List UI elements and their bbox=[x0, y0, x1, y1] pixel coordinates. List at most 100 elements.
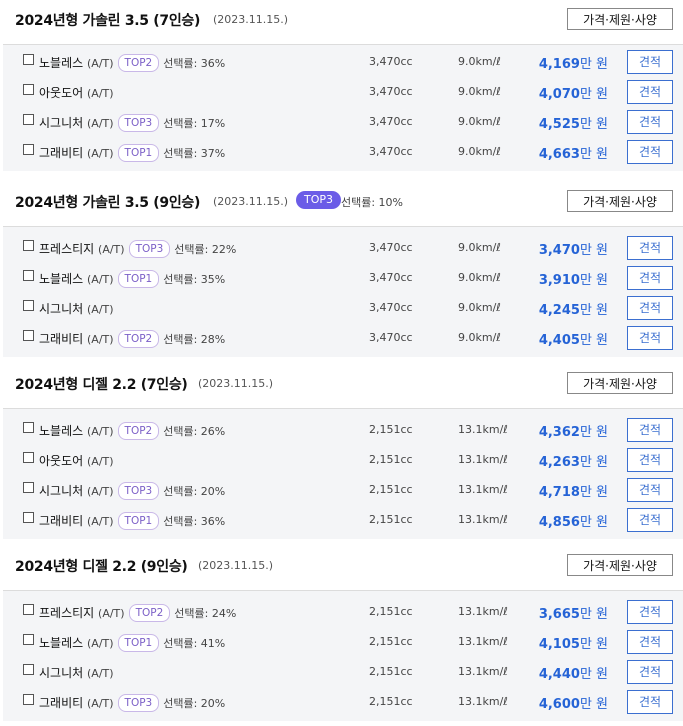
fuel-efficiency: 13.1km/ℓ bbox=[458, 513, 508, 526]
price-unit: 만 원 bbox=[579, 637, 608, 652]
quote-button[interactable]: 견적 bbox=[627, 110, 673, 134]
quote-button[interactable]: 견적 bbox=[627, 660, 673, 684]
quote-button[interactable]: 견적 bbox=[627, 296, 673, 320]
displacement: 3,470cc bbox=[369, 55, 413, 68]
trim-list: 노블레스 (A/T) TOP2 선택률: 36% 3,470cc 9.0km/ℓ 4… bbox=[3, 44, 683, 171]
transmission-label: (A/T) bbox=[87, 485, 114, 498]
quote-button[interactable]: 견적 bbox=[627, 508, 673, 532]
trim-checkbox[interactable] bbox=[23, 452, 34, 463]
section-date: (2023.11.15.) bbox=[213, 195, 289, 208]
price-unit: 만 원 bbox=[579, 515, 608, 530]
trim-checkbox[interactable] bbox=[23, 54, 34, 65]
trim-checkbox[interactable] bbox=[23, 482, 34, 493]
displacement: 3,470cc bbox=[369, 331, 413, 344]
trim-checkbox[interactable] bbox=[23, 144, 34, 155]
fuel-efficiency: 9.0km/ℓ bbox=[458, 55, 501, 68]
price-value: 3,470 bbox=[538, 243, 580, 258]
quote-button[interactable]: 견적 bbox=[627, 236, 673, 260]
selection-rate: 선택률: 41% bbox=[163, 637, 226, 650]
displacement: 3,470cc bbox=[369, 301, 413, 314]
displacement: 2,151cc bbox=[369, 605, 413, 618]
spec-button[interactable]: 가격·제원·사양 bbox=[567, 554, 673, 576]
trim-checkbox[interactable] bbox=[23, 114, 34, 125]
trim-checkbox[interactable] bbox=[23, 512, 34, 523]
displacement: 3,470cc bbox=[369, 145, 413, 158]
section-date: (2023.11.15.) bbox=[198, 377, 274, 390]
trim-checkbox[interactable] bbox=[23, 422, 34, 433]
model-section: 2024년형 가솔린 3.5 (9인승) (2023.11.15.) TOP3 … bbox=[0, 182, 683, 357]
quote-button[interactable]: 견적 bbox=[627, 418, 673, 442]
transmission-label: (A/T) bbox=[98, 243, 125, 256]
price-value: 4,440 bbox=[538, 667, 580, 682]
top-rank-tag: TOP3 bbox=[117, 482, 160, 500]
trim-name: 그래비티 bbox=[39, 146, 84, 160]
price-unit: 만 원 bbox=[579, 117, 608, 132]
section-header: 2024년형 디젤 2.2 (7인승) (2023.11.15.) 가격·제원·… bbox=[0, 364, 683, 408]
quote-button[interactable]: 견적 bbox=[627, 478, 673, 502]
quote-button[interactable]: 견적 bbox=[627, 50, 673, 74]
trim-checkbox[interactable] bbox=[23, 634, 34, 645]
price-value: 4,405 bbox=[538, 333, 580, 348]
trim-row: 시그니처 (A/T) 3,470cc 9.0km/ℓ 4,245만 원 견적 bbox=[3, 293, 683, 323]
trim-checkbox[interactable] bbox=[23, 664, 34, 675]
quote-button[interactable]: 견적 bbox=[627, 690, 673, 714]
trim-name: 그래비티 bbox=[39, 696, 84, 710]
spec-button[interactable]: 가격·제원·사양 bbox=[567, 190, 673, 212]
trim-name: 노블레스 bbox=[39, 636, 84, 650]
displacement: 2,151cc bbox=[369, 513, 413, 526]
displacement: 3,470cc bbox=[369, 241, 413, 254]
quote-button[interactable]: 견적 bbox=[627, 448, 673, 472]
model-section: 2024년형 가솔린 3.5 (7인승) (2023.11.15.) 가격·제원… bbox=[0, 0, 683, 171]
selection-rate: 선택률: 36% bbox=[163, 515, 226, 528]
quote-button[interactable]: 견적 bbox=[627, 80, 673, 104]
price-value: 3,665 bbox=[538, 607, 580, 622]
quote-button[interactable]: 견적 bbox=[627, 630, 673, 654]
trim-row: 노블레스 (A/T) TOP1 선택률: 35% 3,470cc 9.0km/ℓ 3… bbox=[3, 263, 683, 293]
price: 4,169만 원 bbox=[539, 53, 608, 72]
price-value: 4,070 bbox=[538, 87, 580, 102]
quote-button[interactable]: 견적 bbox=[627, 326, 673, 350]
trim-row: 그래비티 (A/T) TOP1 선택률: 36% 2,151cc 13.1km/ℓ … bbox=[3, 505, 683, 535]
price-value: 4,169 bbox=[538, 57, 580, 72]
trim-checkbox[interactable] bbox=[23, 270, 34, 281]
trim-row: 아웃도어 (A/T) 3,470cc 9.0km/ℓ 4,070만 원 견적 bbox=[3, 77, 683, 107]
fuel-efficiency: 9.0km/ℓ bbox=[458, 115, 501, 128]
transmission-label: (A/T) bbox=[87, 273, 114, 286]
price: 4,663만 원 bbox=[539, 143, 608, 162]
price: 4,856만 원 bbox=[539, 511, 608, 530]
quote-button[interactable]: 견적 bbox=[627, 600, 673, 624]
price-unit: 만 원 bbox=[579, 485, 608, 500]
fuel-efficiency: 13.1km/ℓ bbox=[458, 635, 508, 648]
quote-button[interactable]: 견적 bbox=[627, 140, 673, 164]
section-header: 2024년형 가솔린 3.5 (7인승) (2023.11.15.) 가격·제원… bbox=[0, 0, 683, 44]
displacement: 2,151cc bbox=[369, 665, 413, 678]
trim-list: 노블레스 (A/T) TOP2 선택률: 26% 2,151cc 13.1km/ℓ … bbox=[3, 408, 683, 539]
price-value: 4,362 bbox=[538, 425, 580, 440]
trim-checkbox[interactable] bbox=[23, 240, 34, 251]
spec-button[interactable]: 가격·제원·사양 bbox=[567, 372, 673, 394]
selection-rate: 선택률: 17% bbox=[163, 117, 226, 130]
model-section: 2024년형 디젤 2.2 (7인승) (2023.11.15.) 가격·제원·… bbox=[0, 364, 683, 539]
selection-rate: 선택률: 37% bbox=[163, 147, 226, 160]
top-rank-tag: TOP1 bbox=[117, 634, 160, 652]
trim-row: 그래비티 (A/T) TOP1 선택률: 37% 3,470cc 9.0km/ℓ 4… bbox=[3, 137, 683, 167]
trim-row: 프레스티지 (A/T) TOP3 선택률: 22% 3,470cc 9.0km/ℓ … bbox=[3, 233, 683, 263]
trim-checkbox[interactable] bbox=[23, 330, 34, 341]
displacement: 3,470cc bbox=[369, 115, 413, 128]
transmission-label: (A/T) bbox=[87, 303, 114, 316]
quote-button[interactable]: 견적 bbox=[627, 266, 673, 290]
trim-checkbox[interactable] bbox=[23, 604, 34, 615]
trim-checkbox[interactable] bbox=[23, 300, 34, 311]
selection-rate: 선택률: 35% bbox=[163, 273, 226, 286]
trim-row: 노블레스 (A/T) TOP2 선택률: 26% 2,151cc 13.1km/ℓ … bbox=[3, 415, 683, 445]
trim-checkbox[interactable] bbox=[23, 84, 34, 95]
price-unit: 만 원 bbox=[579, 57, 608, 72]
price-value: 4,718 bbox=[538, 485, 580, 500]
trim-row: 그래비티 (A/T) TOP2 선택률: 28% 3,470cc 9.0km/ℓ 4… bbox=[3, 323, 683, 353]
trim-checkbox[interactable] bbox=[23, 694, 34, 705]
spec-button[interactable]: 가격·제원·사양 bbox=[567, 8, 673, 30]
price-unit: 만 원 bbox=[579, 303, 608, 318]
price-value: 4,245 bbox=[538, 303, 580, 318]
price-unit: 만 원 bbox=[579, 243, 608, 258]
price-value: 4,600 bbox=[538, 697, 580, 712]
